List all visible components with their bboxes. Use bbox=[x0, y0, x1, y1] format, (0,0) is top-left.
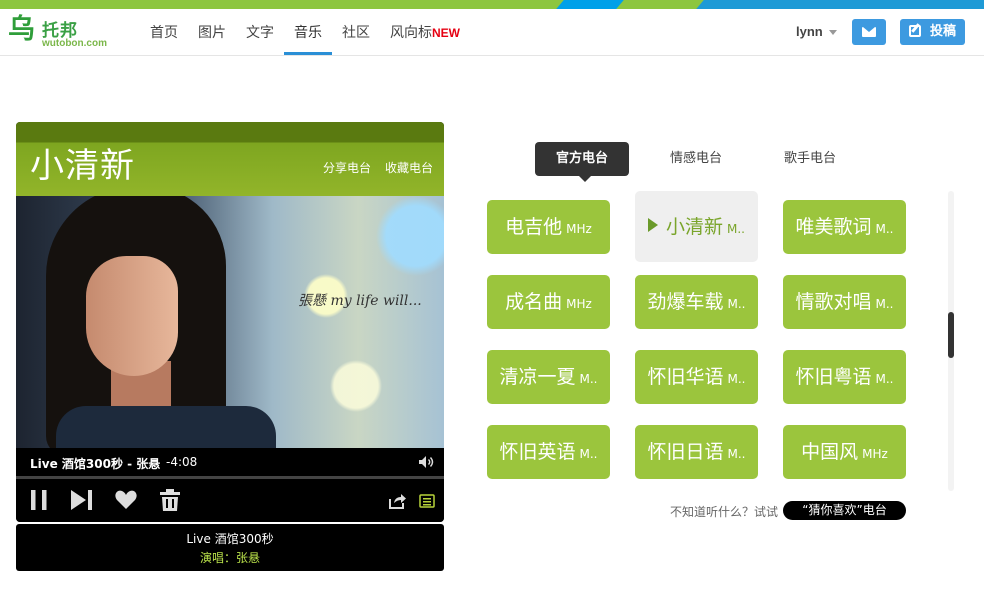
station-name: 劲爆车载 bbox=[647, 291, 724, 313]
nav-item-trends[interactable]: 风向标NEW bbox=[380, 9, 470, 55]
heart-icon[interactable] bbox=[114, 488, 138, 512]
site-header: 乌 托邦 wutobon.com 首页 图片 文字 音乐 社区 风向标NEW l… bbox=[0, 9, 984, 56]
station-name: 成名曲 bbox=[505, 291, 563, 313]
logo-mark: 乌 bbox=[8, 14, 35, 45]
now-playing-title: Live 酒馆300秒 bbox=[186, 532, 274, 546]
envelope-icon bbox=[862, 27, 876, 37]
nav-label: 首页 bbox=[150, 25, 178, 41]
station-title: 小清新 bbox=[30, 146, 135, 186]
station-tile[interactable]: 情歌对唱 M.. bbox=[783, 275, 906, 329]
station-unit: M.. bbox=[875, 372, 894, 386]
scrollbar-thumb[interactable] bbox=[948, 312, 954, 358]
station-unit: M.. bbox=[579, 372, 598, 386]
station-tile-active[interactable]: 小清新 M.. bbox=[635, 191, 758, 262]
station-name: 怀旧华语 bbox=[647, 366, 724, 388]
play-icon bbox=[648, 218, 658, 232]
main-nav: 首页 图片 文字 音乐 社区 风向标NEW bbox=[140, 9, 470, 55]
collect-station-link[interactable]: 收藏电台 bbox=[385, 159, 433, 176]
site-logo[interactable]: 乌 托邦 wutobon.com bbox=[8, 13, 120, 53]
station-unit: M.. bbox=[727, 447, 746, 461]
station-tile[interactable]: 清凉一夏 M.. bbox=[487, 350, 610, 404]
station-name: 怀旧粤语 bbox=[795, 366, 872, 388]
stripe-segment bbox=[696, 0, 984, 9]
volume-icon[interactable] bbox=[418, 455, 434, 469]
cover-caption: 張懸 my life will... bbox=[298, 293, 422, 309]
new-badge: NEW bbox=[432, 26, 460, 40]
station-tile[interactable]: 劲爆车载 M.. bbox=[635, 275, 758, 329]
hint-text: 不知道听什么？试试 bbox=[670, 505, 779, 519]
station-unit: M.. bbox=[875, 222, 894, 236]
station-unit: M.. bbox=[727, 372, 746, 386]
station-name: 清凉一夏 bbox=[499, 366, 576, 388]
station-tile[interactable]: 怀旧华语 M.. bbox=[635, 350, 758, 404]
song-title-artist: Live 酒馆300秒 - 张悬 bbox=[30, 457, 161, 471]
chevron-down-icon bbox=[828, 30, 837, 36]
tab-official[interactable]: 官方电台 bbox=[535, 142, 629, 182]
player-header: 小清新 分享电台 收藏电台 bbox=[16, 122, 444, 196]
logo-domain: wutobon.com bbox=[42, 38, 107, 49]
guess-you-like-button[interactable]: “猜你喜欢”电台 bbox=[783, 501, 906, 520]
station-name: 电吉他 bbox=[505, 216, 563, 238]
nav-label: 风向标 bbox=[390, 25, 432, 41]
station-tile[interactable]: 中国风 MHz bbox=[783, 425, 906, 479]
station-list-scrollbar[interactable] bbox=[948, 191, 954, 491]
trash-icon[interactable] bbox=[158, 488, 182, 512]
now-playing-artist: 演唱：张悬 bbox=[199, 551, 260, 565]
station-name: 怀旧日语 bbox=[647, 441, 724, 463]
player-controls bbox=[16, 479, 444, 522]
username: lynn bbox=[796, 24, 823, 39]
station-name: 情歌对唱 bbox=[795, 291, 872, 313]
tab-singer[interactable]: 歌手电台 bbox=[763, 142, 857, 176]
station-name: 怀旧英语 bbox=[499, 441, 576, 463]
radio-player: 小清新 分享电台 收藏电台 張懸 my life will... Live 酒馆… bbox=[16, 122, 444, 522]
nav-item-music[interactable]: 音乐 bbox=[284, 9, 332, 55]
cover-art-shape bbox=[56, 406, 276, 448]
song-info-bar: Live 酒馆300秒 - 张悬 -4:08 bbox=[16, 448, 444, 476]
pause-icon[interactable] bbox=[27, 488, 51, 512]
nav-label: 音乐 bbox=[294, 25, 322, 41]
post-button[interactable]: 投稿 bbox=[900, 19, 965, 45]
stripe-segment bbox=[556, 0, 624, 9]
nav-label: 社区 bbox=[342, 25, 370, 41]
cover-art-shape bbox=[86, 256, 178, 376]
nav-item-community[interactable]: 社区 bbox=[332, 9, 380, 55]
user-menu[interactable]: lynn bbox=[796, 24, 837, 39]
share-station-link[interactable]: 分享电台 bbox=[323, 159, 371, 176]
nav-label: 图片 bbox=[198, 25, 226, 41]
station-tile[interactable]: 唯美歌词 M.. bbox=[783, 200, 906, 254]
station-tile[interactable]: 怀旧日语 M.. bbox=[635, 425, 758, 479]
nav-item-images[interactable]: 图片 bbox=[188, 9, 236, 55]
post-label: 投稿 bbox=[929, 24, 956, 39]
messages-button[interactable] bbox=[852, 19, 886, 45]
time-remaining: -4:08 bbox=[166, 455, 198, 469]
tab-emotion[interactable]: 情感电台 bbox=[649, 142, 743, 176]
station-unit: M.. bbox=[579, 447, 598, 461]
station-tile[interactable]: 电吉他 MHz bbox=[487, 200, 610, 254]
station-unit: M.. bbox=[727, 222, 745, 236]
nav-label: 文字 bbox=[246, 25, 274, 41]
station-name: 小清新 bbox=[666, 216, 724, 238]
station-unit: MHz bbox=[566, 297, 592, 311]
nav-item-text[interactable]: 文字 bbox=[236, 9, 284, 55]
share-icon[interactable] bbox=[388, 492, 406, 510]
station-unit: M.. bbox=[727, 297, 746, 311]
station-name: 中国风 bbox=[801, 441, 859, 463]
station-tabs: 官方电台 情感电台 歌手电台 bbox=[535, 142, 836, 182]
station-name: 唯美歌词 bbox=[795, 216, 872, 238]
playlist-icon[interactable] bbox=[419, 493, 435, 509]
edit-icon bbox=[909, 25, 921, 37]
now-playing-box: Live 酒馆300秒 演唱：张悬 bbox=[16, 524, 444, 571]
nav-item-home[interactable]: 首页 bbox=[140, 9, 188, 55]
station-unit: M.. bbox=[875, 297, 894, 311]
station-tile[interactable]: 怀旧粤语 M.. bbox=[783, 350, 906, 404]
station-unit: MHz bbox=[862, 447, 888, 461]
top-color-stripe bbox=[0, 0, 984, 9]
album-cover: 張懸 my life will... bbox=[16, 196, 444, 448]
station-tile[interactable]: 成名曲 MHz bbox=[487, 275, 610, 329]
station-unit: MHz bbox=[566, 222, 592, 236]
next-icon[interactable] bbox=[70, 488, 94, 512]
station-tile[interactable]: 怀旧英语 M.. bbox=[487, 425, 610, 479]
